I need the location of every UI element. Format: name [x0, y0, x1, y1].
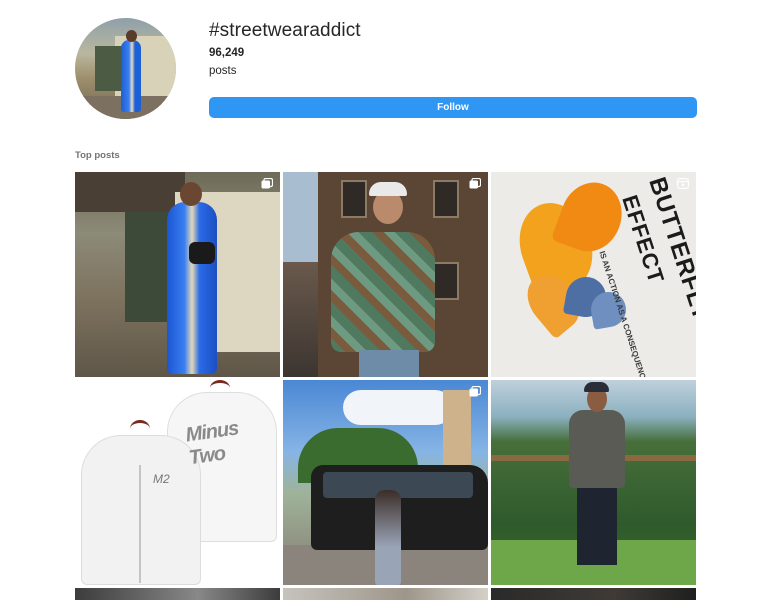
page-title: #streetwearaddict	[209, 20, 361, 41]
post-tile-6[interactable]	[491, 380, 696, 585]
hashtag-avatar	[75, 18, 176, 119]
post-count-label: posts	[209, 65, 237, 77]
top-posts-heading: Top posts	[75, 150, 120, 161]
post-tile-9[interactable]	[491, 588, 696, 600]
carousel-icon	[261, 178, 273, 189]
top-posts-grid: BUTTERFLY EFFECT IS AN ACTION AS A CONSE…	[75, 172, 697, 600]
post-tile-3[interactable]: BUTTERFLY EFFECT IS AN ACTION AS A CONSE…	[491, 172, 696, 377]
follow-button[interactable]: Follow	[209, 97, 697, 118]
post-tile-8[interactable]	[283, 588, 488, 600]
tag-header: #streetwearaddict 96,249 posts Follow	[75, 18, 697, 122]
reel-icon	[677, 178, 689, 189]
hoodie-logo: M2	[153, 472, 170, 486]
post-tile-1[interactable]	[75, 172, 280, 377]
post-count: 96,249	[209, 47, 245, 59]
post-tile-5[interactable]	[283, 380, 488, 585]
carousel-icon	[469, 386, 481, 397]
post-tile-2[interactable]	[283, 172, 488, 377]
post-tile-4[interactable]: Minus Two M2	[75, 380, 280, 585]
post-tile-7[interactable]	[75, 588, 280, 600]
carousel-icon	[469, 178, 481, 189]
